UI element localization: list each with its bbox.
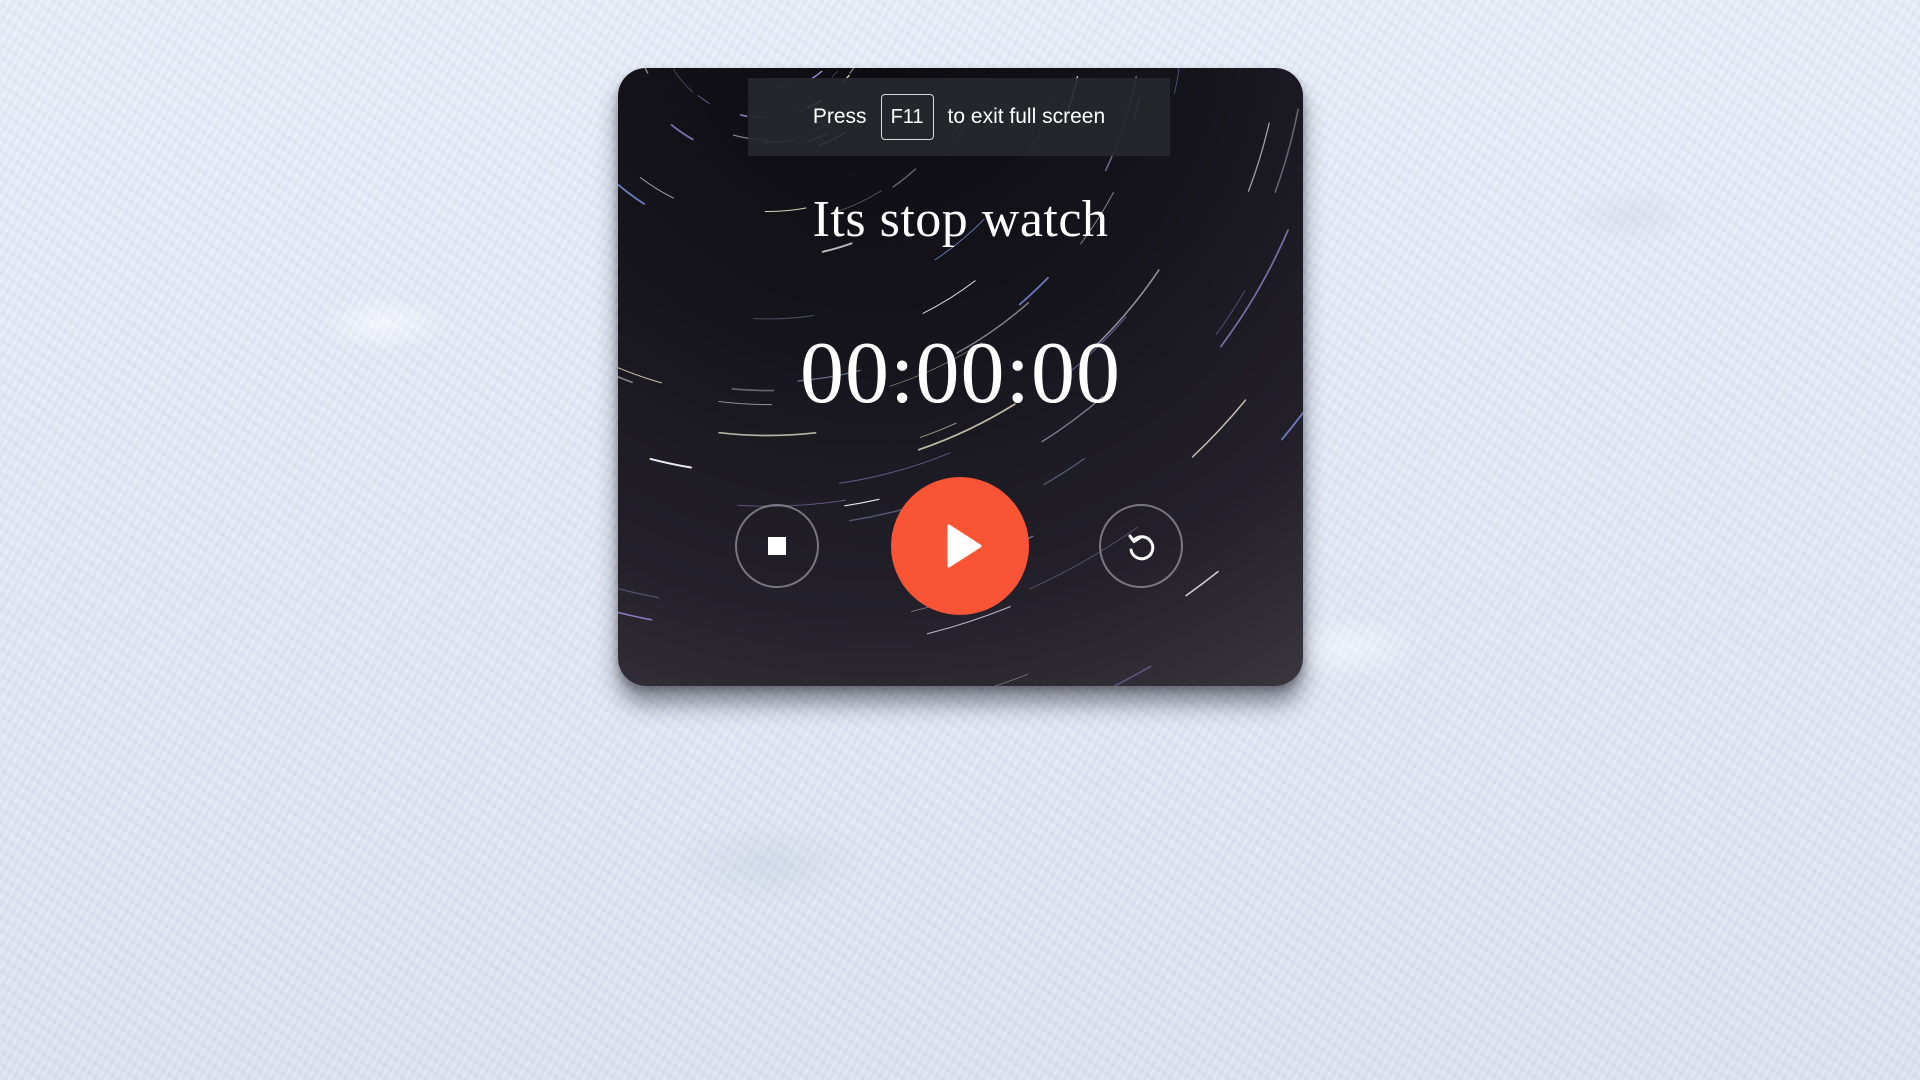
star-trail xyxy=(737,499,846,507)
star-trail xyxy=(649,457,692,469)
fullscreen-notice: Press F11 to exit full screen xyxy=(748,78,1170,156)
star-trail xyxy=(1274,108,1299,193)
star-trail xyxy=(718,431,817,437)
time-display: 00:00:00 xyxy=(800,325,1121,422)
stopwatch-card: Press F11 to exit full screen Its stop w… xyxy=(618,68,1303,686)
star-trail xyxy=(1018,276,1049,306)
fullscreen-key: F11 xyxy=(880,94,934,140)
star-trail xyxy=(849,68,855,74)
star-trail xyxy=(838,452,951,484)
star-trail xyxy=(753,315,815,320)
star-trail xyxy=(618,611,653,621)
star-trail xyxy=(844,498,880,507)
star-trail xyxy=(739,114,748,118)
stop-icon xyxy=(768,537,786,555)
star-trail xyxy=(644,68,649,74)
fullscreen-notice-prefix: Press xyxy=(812,105,867,128)
star-trail xyxy=(1112,665,1152,686)
star-trail xyxy=(920,422,957,438)
star-trail xyxy=(1174,68,1180,95)
star-trail xyxy=(1185,570,1219,597)
star-trail xyxy=(618,587,659,599)
star-trail xyxy=(672,68,694,93)
star-trail xyxy=(1043,457,1086,486)
play-icon xyxy=(947,524,982,568)
reset-button[interactable] xyxy=(1099,504,1183,588)
star-trail xyxy=(831,70,839,78)
fullscreen-notice-suffix: to exit full screen xyxy=(947,105,1106,128)
stopwatch-title: Its stop watch xyxy=(812,191,1109,248)
play-button[interactable] xyxy=(891,477,1029,615)
star-trail xyxy=(697,95,710,104)
stop-button[interactable] xyxy=(735,504,819,588)
reset-icon xyxy=(1128,534,1155,561)
star-trail xyxy=(1247,122,1270,192)
star-trail xyxy=(922,280,976,314)
star-trail xyxy=(892,168,917,188)
star-trail xyxy=(994,673,1029,686)
star-trail xyxy=(670,124,694,141)
